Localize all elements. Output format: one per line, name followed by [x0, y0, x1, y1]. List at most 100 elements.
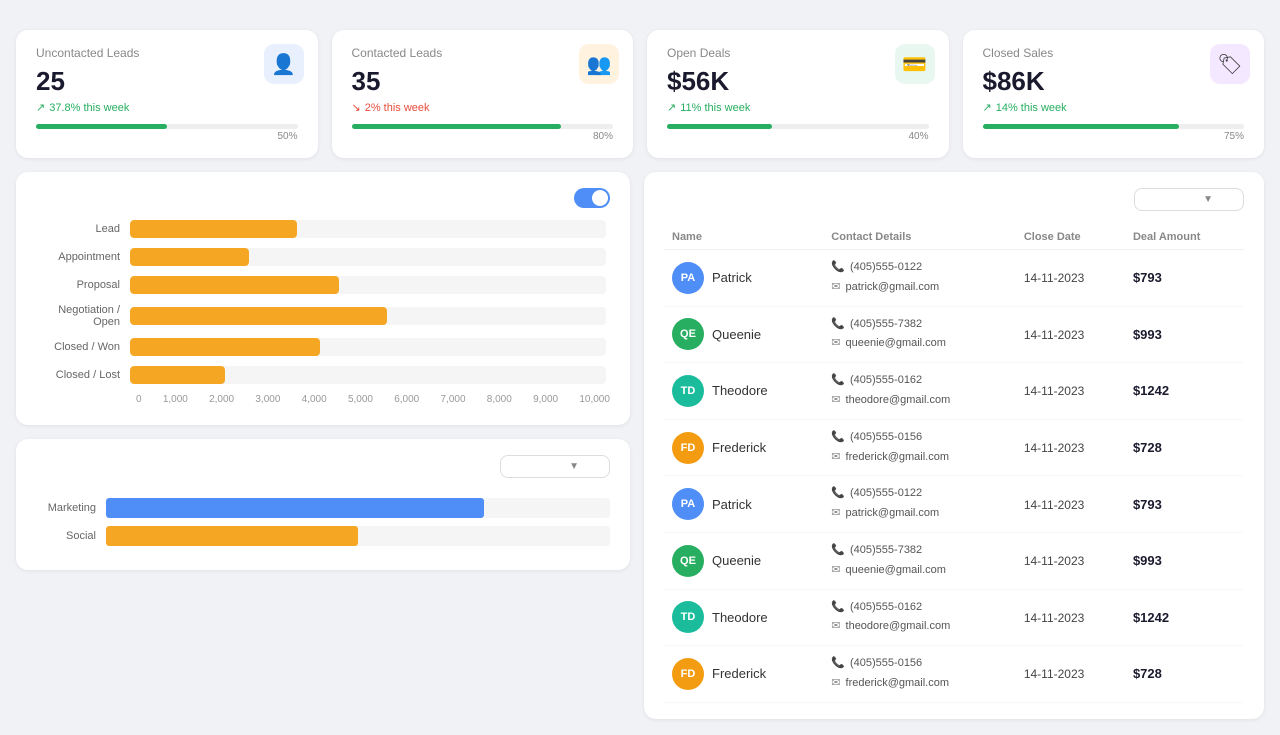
stat-label-uncontacted-leads: Uncontacted Leads — [36, 46, 298, 60]
table-row: FD Frederick 📞 (405)555-0156 ✉ frederick… — [664, 646, 1244, 703]
stats-row: 👤 Uncontacted Leads 25 ↗ 37.8% this week… — [16, 30, 1264, 158]
progress-bar — [36, 124, 167, 129]
close-date-cell: 14-11-2023 — [1016, 306, 1125, 363]
progress-bar — [352, 124, 561, 129]
stat-icon-open-deals: 💳 — [895, 44, 935, 84]
email-icon: ✉ — [831, 561, 840, 581]
contact-name: Queenie — [712, 327, 761, 342]
contact-cell: 📞 (405)555-7382 ✉ queenie@gmail.com — [823, 306, 1016, 363]
deals-table-head: NameContact DetailsClose DateDeal Amount — [664, 225, 1244, 250]
contact-phone: (405)555-0122 — [850, 258, 922, 278]
contact-name: Patrick — [712, 497, 752, 512]
leads-source-header: ▼ — [36, 455, 610, 478]
hbar-label: Closed / Won — [40, 341, 130, 353]
chevron-down-icon-2: ▼ — [1203, 194, 1213, 205]
email-icon: ✉ — [831, 391, 840, 411]
hbar-x-label: 6,000 — [394, 394, 419, 405]
contact-email: frederick@gmail.com — [846, 448, 949, 468]
vbar-fill — [106, 498, 484, 518]
stat-card-contacted-leads: 👥 Contacted Leads 35 ↘ 2% this week 80% — [332, 30, 634, 158]
avatar: QE — [672, 318, 704, 350]
contact-phone: (405)555-0156 — [850, 654, 922, 674]
contact-cell: 📞 (405)555-0122 ✉ patrick@gmail.com — [823, 250, 1016, 307]
table-row: QE Queenie 📞 (405)555-7382 ✉ queenie@gma… — [664, 306, 1244, 363]
hbar-x-label: 2,000 — [209, 394, 234, 405]
hbar-fill — [130, 248, 249, 266]
name-cell: FD Frederick — [664, 646, 823, 703]
hbar-label: Lead — [40, 223, 130, 235]
table-row: TD Theodore 📞 (405)555-0162 ✉ theodore@g… — [664, 589, 1244, 646]
close-date: 14-11-2023 — [1024, 554, 1085, 568]
phone-icon: 📞 — [831, 654, 845, 674]
contact-cell: 📞 (405)555-0122 ✉ patrick@gmail.com — [823, 476, 1016, 533]
contact-name: Frederick — [712, 666, 766, 681]
stat-change-uncontacted-leads: ↗ 37.8% this week — [36, 101, 298, 114]
email-icon: ✉ — [831, 674, 840, 694]
contact-name: Frederick — [712, 440, 766, 455]
close-date: 14-11-2023 — [1024, 384, 1085, 398]
stat-change-text: 37.8% this week — [49, 102, 129, 114]
contact-email: queenie@gmail.com — [846, 334, 946, 354]
deal-amount: $793 — [1133, 270, 1162, 285]
deal-amount-cell: $1242 — [1125, 363, 1244, 420]
table-row: FD Frederick 📞 (405)555-0156 ✉ frederick… — [664, 419, 1244, 476]
close-date-cell: 14-11-2023 — [1016, 532, 1125, 589]
phone-icon: 📞 — [831, 258, 845, 278]
toggle-switch[interactable] — [574, 188, 610, 208]
vbar-chart: Marketing Social — [36, 490, 610, 546]
avatar: TD — [672, 601, 704, 633]
stat-value-contacted-leads: 35 — [352, 66, 614, 97]
hbar-track — [130, 366, 606, 384]
stat-card-open-deals: 💳 Open Deals $56K ↗ 11% this week 40% — [647, 30, 949, 158]
vbar-label: Marketing — [36, 502, 106, 514]
hbar-track — [130, 248, 606, 266]
close-date: 14-11-2023 — [1024, 328, 1085, 342]
arrow-icon: ↘ — [352, 101, 361, 114]
email-icon: ✉ — [831, 504, 840, 524]
phone-icon: 📞 — [831, 484, 845, 504]
hbar-x-label: 7,000 — [441, 394, 466, 405]
deal-amount-cell: $1242 — [1125, 589, 1244, 646]
leads-source-dropdown[interactable]: ▼ — [500, 455, 610, 478]
stat-label-open-deals: Open Deals — [667, 46, 929, 60]
phone-icon: 📞 — [831, 598, 845, 618]
hbar-x-label: 5,000 — [348, 394, 373, 405]
contact-cell: 📞 (405)555-0156 ✉ frederick@gmail.com — [823, 646, 1016, 703]
page-container: 👤 Uncontacted Leads 25 ↗ 37.8% this week… — [0, 0, 1280, 735]
close-date-cell: 14-11-2023 — [1016, 250, 1125, 307]
hbar-x-label: 8,000 — [487, 394, 512, 405]
phone-icon: 📞 — [831, 315, 845, 335]
hbar-row: Appointment — [40, 248, 606, 266]
name-cell: FD Frederick — [664, 419, 823, 476]
close-date: 14-11-2023 — [1024, 611, 1085, 625]
stat-label-closed-sales: Closed Sales — [983, 46, 1245, 60]
left-panel: Lead Appointment Proposal Negotiation /O… — [16, 172, 630, 719]
contact-email: frederick@gmail.com — [846, 674, 949, 694]
contact-name: Patrick — [712, 270, 752, 285]
avatar: PA — [672, 262, 704, 294]
deals-panel-header: ▼ — [664, 188, 1244, 211]
close-date: 14-11-2023 — [1024, 441, 1085, 455]
email-icon: ✉ — [831, 448, 840, 468]
deals-table-col-header: Deal Amount — [1125, 225, 1244, 250]
contact-phone: (405)555-0122 — [850, 484, 922, 504]
stat-change-text: 14% this week — [996, 102, 1067, 114]
hbar-label: Appointment — [40, 251, 130, 263]
hbar-fill — [130, 307, 387, 325]
stat-icon-contacted-leads: 👥 — [579, 44, 619, 84]
stat-icon-uncontacted-leads: 👤 — [264, 44, 304, 84]
close-date-cell: 14-11-2023 — [1016, 476, 1125, 533]
progress-bar-container — [36, 124, 298, 129]
close-date: 14-11-2023 — [1024, 667, 1085, 681]
progress-bar-container — [667, 124, 929, 129]
stat-card-closed-sales: 🏷 Closed Sales $86K ↗ 14% this week 75% — [963, 30, 1265, 158]
toggle-knob — [592, 190, 608, 206]
avatar: FD — [672, 432, 704, 464]
deal-amount-cell: $993 — [1125, 306, 1244, 363]
contact-name: Theodore — [712, 383, 768, 398]
contact-phone: (405)555-0156 — [850, 428, 922, 448]
close-date-cell: 14-11-2023 — [1016, 363, 1125, 420]
progress-label: 40% — [667, 131, 929, 142]
deals-dropdown[interactable]: ▼ — [1134, 188, 1244, 211]
close-date-cell: 14-11-2023 — [1016, 646, 1125, 703]
